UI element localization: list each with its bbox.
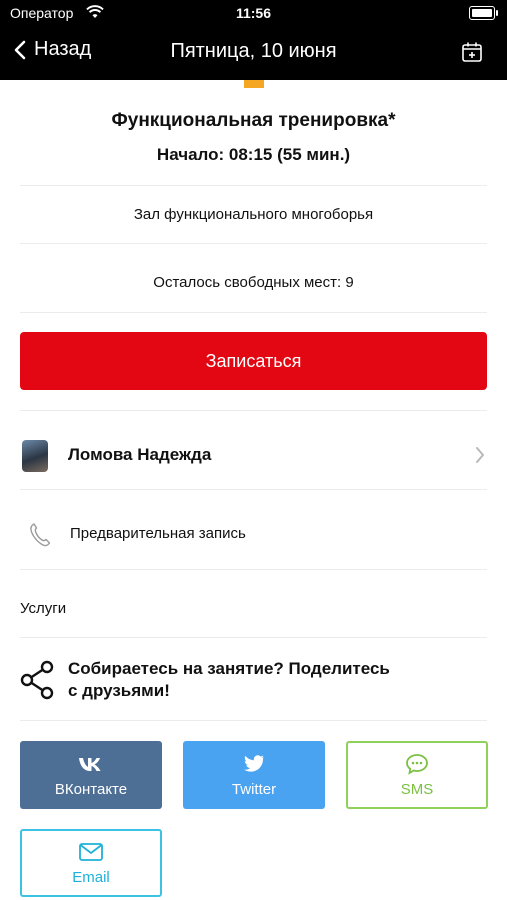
- event-start-time: Начало: 08:15 (55 мин.): [156, 145, 351, 164]
- share-prompt-line2: с друзьями!: [68, 681, 170, 700]
- divider: [20, 489, 487, 490]
- navigation-bar: Назад Пятница, 10 июня: [0, 30, 507, 76]
- share-vk-button[interactable]: ВКонтакте: [20, 741, 162, 809]
- chevron-right-icon[interactable]: [475, 446, 485, 469]
- event-title: Функциональная тренировка*: [111, 110, 396, 131]
- share-prompt-line1: Собираетесь на занятие? Поделитесь: [68, 659, 390, 678]
- divider: [20, 637, 487, 638]
- share-twitter-button[interactable]: Twitter: [183, 741, 325, 809]
- divider: [20, 569, 487, 570]
- sms-icon: [405, 753, 429, 775]
- divider: [20, 720, 487, 721]
- divider: [20, 312, 487, 313]
- vk-label: ВКонтакте: [54, 780, 128, 798]
- status-time: 11:56: [235, 5, 272, 21]
- free-seats: Осталось свободных мест: 9: [153, 274, 354, 291]
- share-sms-button[interactable]: SMS: [346, 741, 488, 809]
- email-icon: [78, 841, 104, 863]
- calendar-add-icon: [462, 42, 482, 62]
- share-icon: [20, 660, 56, 705]
- divider: [20, 410, 487, 411]
- share-prompt: Собираетесь на занятие? Поделитесь с дру…: [68, 658, 428, 702]
- sms-label: SMS: [400, 780, 434, 798]
- vk-icon: [78, 753, 104, 775]
- page-title: Пятница, 10 июня: [170, 40, 337, 62]
- divider: [20, 185, 487, 186]
- signup-button[interactable]: Записаться: [20, 332, 487, 390]
- top-bar: Оператор 11:56 Назад Пятница, 10 июня: [0, 0, 507, 80]
- status-bar: Оператор 11:56: [0, 0, 507, 28]
- services-label[interactable]: Услуги: [20, 600, 66, 617]
- class-color-marker: [244, 80, 264, 88]
- event-hall: Зал функционального многоборья: [133, 206, 374, 223]
- phone-icon: [28, 522, 52, 553]
- calendar-add-button[interactable]: [461, 41, 483, 68]
- twitter-label: Twitter: [231, 780, 277, 798]
- battery-icon: [469, 6, 498, 20]
- trainer-avatar: [22, 440, 48, 472]
- twitter-icon: [243, 753, 265, 775]
- prebook-label: Предварительная запись: [70, 525, 246, 542]
- trainer-name: Ломова Надежда: [68, 445, 212, 464]
- email-label: Email: [72, 868, 110, 886]
- share-email-button[interactable]: Email: [20, 829, 162, 897]
- divider: [20, 243, 487, 244]
